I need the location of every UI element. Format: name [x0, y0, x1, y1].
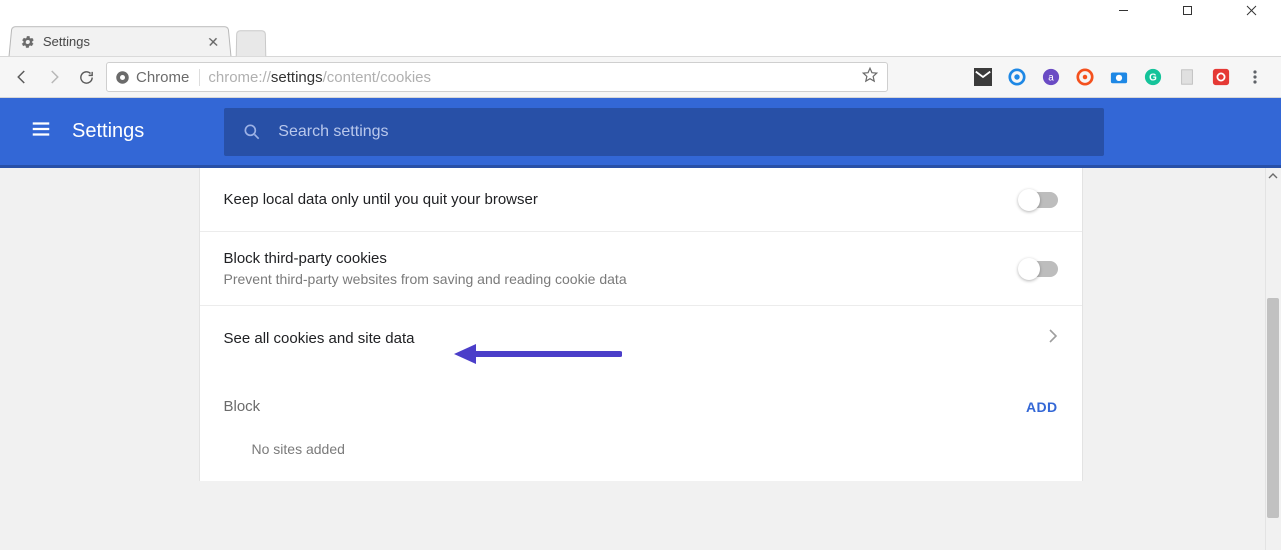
url-scheme-chip: Chrome: [115, 69, 200, 86]
tab-strip: Settings ✕: [0, 20, 1281, 56]
row-see-all-title: See all cookies and site data: [224, 330, 415, 347]
search-icon: [242, 122, 262, 142]
row-block-third-sub: Prevent third-party websites from saving…: [224, 271, 627, 287]
tab-close-icon[interactable]: ✕: [207, 35, 220, 49]
hamburger-menu-icon[interactable]: [30, 118, 52, 145]
back-button[interactable]: [10, 65, 34, 89]
tab-title: Settings: [42, 34, 90, 49]
chevron-right-icon: [1048, 329, 1058, 348]
vertical-scrollbar-track[interactable]: [1265, 168, 1281, 550]
tab-settings[interactable]: Settings ✕: [9, 26, 232, 56]
forward-button[interactable]: [42, 65, 66, 89]
new-tab-button[interactable]: [236, 30, 267, 56]
svg-text:a: a: [1048, 73, 1054, 84]
vertical-scrollbar-thumb[interactable]: [1267, 298, 1279, 518]
search-settings-field[interactable]: [224, 108, 1104, 156]
cookies-settings-panel: Keep local data only until you quit your…: [199, 168, 1083, 481]
block-add-button[interactable]: ADD: [1026, 399, 1058, 415]
bookmark-star-icon[interactable]: [861, 66, 879, 88]
toggle-block-third-party[interactable]: [1020, 261, 1058, 277]
search-settings-input[interactable]: [278, 123, 1086, 141]
block-section-header: Block ADD: [200, 370, 1082, 423]
row-see-all-cookies[interactable]: See all cookies and site data: [200, 306, 1082, 370]
extension-icon-red-square[interactable]: [1211, 67, 1231, 87]
scrollbar-up-arrow-icon[interactable]: [1265, 168, 1281, 184]
chrome-menu-button[interactable]: [1245, 67, 1265, 87]
reload-button[interactable]: [74, 65, 98, 89]
browser-toolbar: Chrome chrome://settings/content/cookies…: [0, 56, 1281, 98]
settings-header-title: Settings: [72, 120, 144, 143]
extension-icon-purple-a[interactable]: a: [1041, 67, 1061, 87]
omnibox-url: chrome://settings/content/cookies: [208, 69, 853, 86]
svg-text:G: G: [1149, 73, 1157, 84]
window-close-button[interactable]: [1233, 5, 1269, 16]
extension-icon-gmail[interactable]: [973, 67, 993, 87]
row-block-third-title: Block third-party cookies: [224, 250, 627, 267]
settings-header: Settings: [0, 98, 1281, 168]
block-section-label: Block: [224, 398, 261, 415]
row-block-third-party: Block third-party cookies Prevent third-…: [200, 232, 1082, 306]
extension-icon-camera[interactable]: [1109, 67, 1129, 87]
toggle-keep-local-data[interactable]: [1020, 192, 1058, 208]
window-minimize-button[interactable]: [1105, 5, 1141, 16]
window-maximize-button[interactable]: [1169, 5, 1205, 16]
row-keep-local-title: Keep local data only until you quit your…: [224, 191, 538, 208]
window-titlebar: [0, 0, 1281, 20]
chrome-logo-icon: [115, 70, 130, 85]
block-empty-text: No sites added: [200, 423, 1082, 481]
extension-icon-orange-circle[interactable]: [1075, 67, 1095, 87]
omnibox[interactable]: Chrome chrome://settings/content/cookies: [106, 62, 888, 92]
gear-icon: [20, 35, 35, 49]
extension-icons: a G: [973, 67, 1271, 87]
row-keep-local-data: Keep local data only until you quit your…: [200, 168, 1082, 232]
url-scheme-label: Chrome: [136, 69, 189, 86]
extension-icon-green-g[interactable]: G: [1143, 67, 1163, 87]
extension-icon-grey-doc[interactable]: [1177, 67, 1197, 87]
extension-icon-blue-circle[interactable]: [1007, 67, 1027, 87]
settings-content: Keep local data only until you quit your…: [0, 168, 1281, 550]
